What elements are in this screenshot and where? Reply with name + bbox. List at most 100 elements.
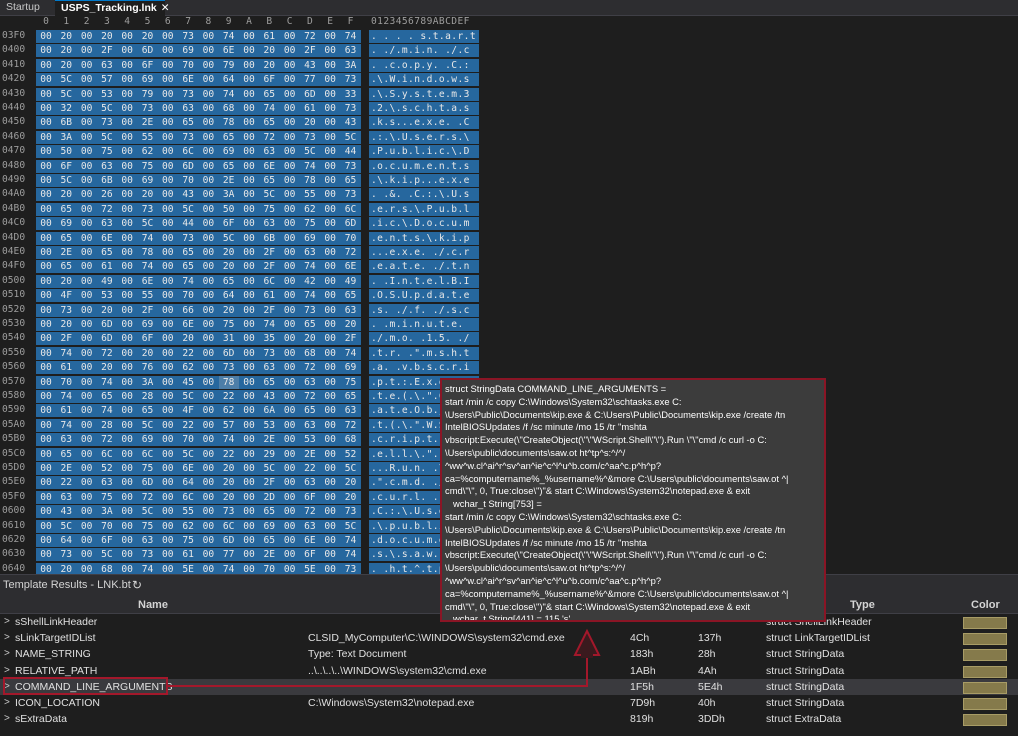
hex-row[interactable]: 0490 00 5C 00 6B 00 69 00 70 00 2E 00 65 00 78 00 65 .\.k… <box>0 174 1018 187</box>
hex-byte[interactable]: 00 <box>158 59 178 72</box>
hex-byte[interactable]: 00 <box>320 520 340 533</box>
hex-byte[interactable]: 70 <box>178 174 198 187</box>
hex-byte[interactable]: 00 <box>320 116 340 129</box>
hex-byte[interactable]: 61 <box>56 404 76 417</box>
template-row[interactable]: > sExtraData 819h 3DDh struct ExtraData <box>0 711 1018 727</box>
hex-byte[interactable]: 55 <box>138 289 158 302</box>
hex-byte[interactable]: 00 <box>320 347 340 360</box>
hex-byte[interactable]: 63 <box>300 246 320 259</box>
hex-byte[interactable]: 00 <box>239 563 259 574</box>
hex-byte[interactable]: 00 <box>239 203 259 216</box>
hex-byte[interactable]: 68 <box>300 347 320 360</box>
expand-chevron-icon[interactable]: > <box>4 711 10 727</box>
hex-byte[interactable]: 00 <box>320 534 340 547</box>
hex-byte[interactable]: 63 <box>341 44 361 57</box>
hex-byte[interactable]: 78 <box>219 116 239 129</box>
hex-byte[interactable]: 00 <box>239 476 259 489</box>
hex-byte[interactable]: 00 <box>320 160 340 173</box>
hex-byte[interactable]: 00 <box>280 30 300 43</box>
hex-byte[interactable]: 00 <box>239 390 259 403</box>
hex-byte[interactable]: 69 <box>138 433 158 446</box>
hex-byte[interactable]: 75 <box>97 491 117 504</box>
hex-byte[interactable]: 6E <box>138 275 158 288</box>
hex-byte[interactable]: 00 <box>280 520 300 533</box>
hex-byte[interactable]: 00 <box>77 304 97 317</box>
hex-byte[interactable]: 00 <box>198 131 218 144</box>
ascii-text[interactable]: .P.u.b.l.i.c.\.D <box>371 145 470 158</box>
hex-byte[interactable]: 00 <box>36 131 56 144</box>
hex-byte[interactable]: 00 <box>158 448 178 461</box>
hex-byte[interactable]: 73 <box>300 131 320 144</box>
hex-byte[interactable]: 00 <box>198 59 218 72</box>
hex-byte[interactable]: 72 <box>300 361 320 374</box>
hex-byte[interactable]: 75 <box>178 534 198 547</box>
hex-byte[interactable]: 63 <box>341 404 361 417</box>
hex-byte[interactable]: 20 <box>56 44 76 57</box>
hex-byte[interactable]: 2F <box>259 246 279 259</box>
expand-chevron-icon[interactable]: > <box>4 630 10 646</box>
hex-byte[interactable]: 00 <box>320 59 340 72</box>
hex-byte[interactable]: 00 <box>280 419 300 432</box>
hex-byte[interactable]: 00 <box>158 102 178 115</box>
ascii-text[interactable]: ./.m.o. .1.5. ./ <box>371 332 470 345</box>
hex-byte[interactable]: 00 <box>158 131 178 144</box>
hex-byte[interactable]: 74 <box>300 289 320 302</box>
hex-byte[interactable]: 43 <box>56 505 76 518</box>
hex-byte[interactable]: 22 <box>56 476 76 489</box>
hex-byte[interactable]: 00 <box>117 404 137 417</box>
hex-byte[interactable]: 00 <box>320 448 340 461</box>
expand-chevron-icon[interactable]: > <box>4 646 10 662</box>
hex-byte[interactable]: 64 <box>219 289 239 302</box>
hex-byte[interactable]: 00 <box>158 246 178 259</box>
hex-byte[interactable]: 00 <box>239 491 259 504</box>
hex-byte[interactable]: 00 <box>198 246 218 259</box>
hex-byte[interactable]: 68 <box>341 433 361 446</box>
hex-byte[interactable]: 6E <box>259 160 279 173</box>
hex-byte[interactable]: 00 <box>239 44 259 57</box>
color-swatch[interactable] <box>963 681 1007 694</box>
hex-byte[interactable]: 32 <box>56 102 76 115</box>
hex-byte[interactable]: 53 <box>259 419 279 432</box>
hex-byte[interactable]: 74 <box>219 88 239 101</box>
hex-byte[interactable]: 73 <box>138 548 158 561</box>
hex-byte[interactable]: 00 <box>320 361 340 374</box>
ascii-text[interactable]: .k.s...e.x.e. .C <box>371 116 470 129</box>
hex-byte[interactable]: 00 <box>198 462 218 475</box>
hex-byte[interactable]: 20 <box>219 260 239 273</box>
hex-byte[interactable]: 75 <box>138 160 158 173</box>
column-header-name[interactable]: Name <box>138 599 168 611</box>
hex-byte[interactable]: 43 <box>341 116 361 129</box>
hex-byte[interactable]: 6F <box>300 491 320 504</box>
hex-byte[interactable]: 53 <box>97 289 117 302</box>
hex-byte[interactable]: 6D <box>138 44 158 57</box>
hex-byte[interactable]: 73 <box>56 548 76 561</box>
hex-byte[interactable]: 00 <box>36 145 56 158</box>
ascii-text[interactable]: .e.r.s.\.P.u.b.l <box>371 203 470 216</box>
hex-byte[interactable]: 6D <box>341 217 361 230</box>
hex-byte[interactable]: 00 <box>36 433 56 446</box>
hex-byte[interactable]: 00 <box>158 44 178 57</box>
hex-byte[interactable]: 6C <box>341 203 361 216</box>
hex-byte[interactable]: 00 <box>239 88 259 101</box>
hex-byte[interactable]: 2D <box>259 491 279 504</box>
hex-byte[interactable]: 20 <box>219 476 239 489</box>
hex-byte[interactable]: 20 <box>341 491 361 504</box>
hex-row[interactable]: 04E0 00 2E 00 65 00 78 00 65 00 20 00 2F 00 63 00 72 ...e… <box>0 246 1018 259</box>
hex-byte[interactable]: 74 <box>259 102 279 115</box>
hex-byte[interactable]: 00 <box>198 347 218 360</box>
hex-byte[interactable]: 00 <box>117 246 137 259</box>
hex-byte[interactable]: 00 <box>320 275 340 288</box>
ascii-text[interactable]: .\.k.i.p...e.x.e <box>371 174 470 187</box>
hex-byte[interactable]: 00 <box>36 174 56 187</box>
hex-byte[interactable]: 5E <box>178 563 198 574</box>
hex-byte[interactable]: 74 <box>341 548 361 561</box>
hex-byte[interactable]: 00 <box>198 30 218 43</box>
hex-byte[interactable]: 00 <box>320 433 340 446</box>
hex-byte[interactable]: 00 <box>36 44 56 57</box>
template-row[interactable]: > ICON_LOCATION C:\Windows\System32\notepa… <box>0 695 1018 711</box>
hex-byte[interactable]: 00 <box>77 145 97 158</box>
hex-byte[interactable]: 74 <box>300 160 320 173</box>
hex-byte[interactable]: 73 <box>259 347 279 360</box>
hex-byte[interactable]: 4F <box>56 289 76 302</box>
hex-byte[interactable]: 6C <box>178 491 198 504</box>
